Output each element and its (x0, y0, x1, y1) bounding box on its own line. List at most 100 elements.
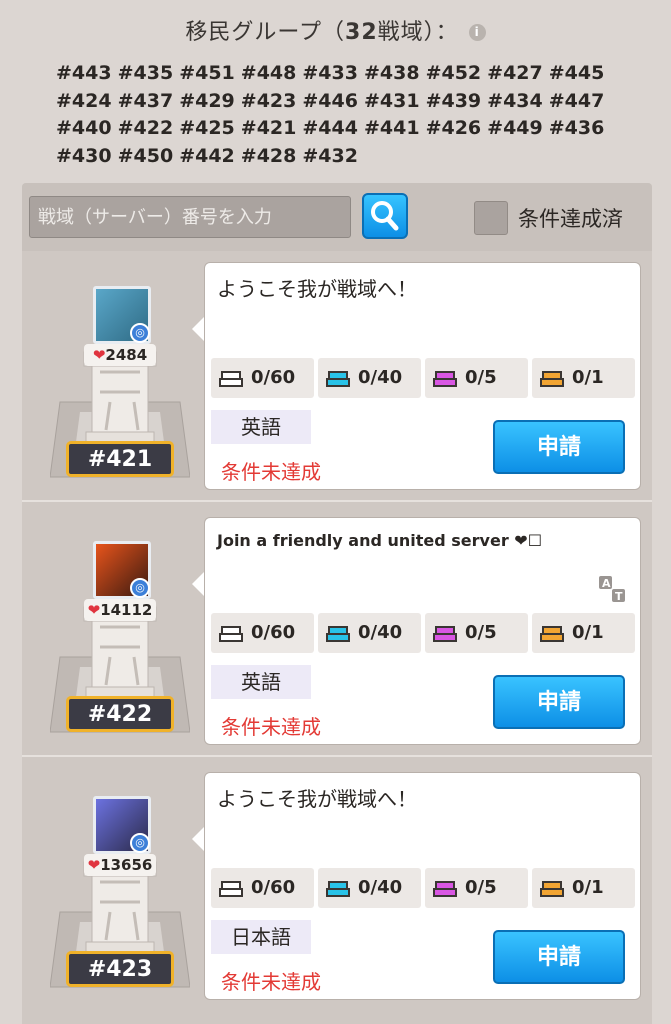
slot-counter: 0/40 (318, 613, 421, 653)
server-chip: #440 (56, 117, 112, 139)
search-button[interactable] (362, 193, 408, 239)
slot-counter: 0/40 (318, 868, 421, 908)
language-tag: 英語 (211, 665, 311, 699)
server-card: ようこそ我が戦域へ！ 0/60 0/40 0/5 0/1 英語条件未達成 申請 (204, 262, 641, 490)
server-chip: #421 (240, 117, 297, 139)
server-chip: #452 (425, 62, 482, 84)
welcome-message: ようこそ我が戦域へ！ (217, 787, 417, 811)
slot-counter: 0/1 (532, 358, 635, 398)
server-chip: #422 (117, 117, 174, 139)
welcome-message: ようこそ我が戦域へ！ (217, 277, 417, 301)
slot-counters: 0/60 0/40 0/5 0/1 (211, 358, 635, 398)
server-chip: #451 (179, 62, 235, 84)
row-divider (22, 755, 652, 757)
server-chip: #433 (302, 62, 358, 84)
seat-icon (326, 622, 350, 644)
page: 移民グループ（32戦域）： i #443 #435 #451 #448 #433 #438 #… (0, 0, 671, 1024)
apply-button[interactable]: 申請 (493, 420, 625, 474)
server-chip: #448 (240, 62, 297, 84)
server-chip: #439 (425, 89, 482, 112)
server-chip: #444 (302, 117, 358, 139)
seat-icon (540, 622, 564, 644)
server-chip: #437 (117, 89, 174, 112)
server-chip: #425 (179, 117, 235, 139)
server-chip: #447 (548, 89, 605, 112)
heart-icon: ❤ (92, 346, 106, 364)
server-chip: #442 (179, 144, 235, 167)
info-icon[interactable]: i (468, 24, 486, 41)
server-chip: #441 (363, 117, 420, 139)
migration-row: ◎ ❤2484 #421 ようこそ我が戦域へ！ 0/60 0/40 0/5 0/1 英語条件未達… (22, 254, 652, 509)
status-text: 条件未達成 (221, 460, 321, 484)
globe-icon: ◎ (130, 578, 150, 598)
globe-icon: ◎ (130, 833, 150, 853)
server-number-tag: #421 (66, 441, 174, 477)
apply-button[interactable]: 申請 (493, 930, 625, 984)
server-count: 32 (345, 20, 378, 45)
slot-counter: 0/60 (211, 868, 314, 908)
seat-icon (219, 367, 243, 389)
server-chip: #443 (56, 62, 112, 84)
server-chip: #427 (487, 62, 543, 84)
server-chip: #435 (117, 62, 174, 84)
slot-counter: 0/1 (532, 868, 635, 908)
likes-badge: ❤14112 (84, 599, 156, 621)
page-title: 移民グループ（32戦域）： i (0, 14, 671, 46)
language-tag: 英語 (211, 410, 311, 444)
welcome-message: Join a friendly and united server ❤☐ (217, 531, 543, 550)
server-chip: #445 (548, 62, 605, 84)
search-icon (371, 201, 399, 231)
server-chip: #426 (425, 117, 482, 139)
seat-icon (540, 877, 564, 899)
server-chip: #424 (56, 89, 112, 112)
seat-icon (540, 367, 564, 389)
server-list: #443 #435 #451 #448 #433 #438 #452 #427 #445 #424… (56, 60, 616, 170)
migration-row: ◎ ❤14112 #422 Join a friendly and united se… (22, 509, 652, 764)
server-chip: #428 (240, 144, 297, 167)
slot-counters: 0/60 0/40 0/5 0/1 (211, 868, 635, 908)
server-chip: #432 (302, 144, 358, 167)
svg-text:A: A (602, 577, 611, 590)
globe-icon: ◎ (130, 323, 150, 343)
seat-icon (433, 877, 457, 899)
server-chip: #450 (117, 144, 174, 167)
server-chip: #431 (363, 89, 420, 112)
likes-badge: ❤2484 (84, 344, 156, 366)
server-chip: #429 (179, 89, 235, 112)
status-text: 条件未達成 (221, 715, 321, 739)
slot-counter: 0/1 (532, 613, 635, 653)
server-chip: #434 (487, 89, 543, 112)
server-card: ようこそ我が戦域へ！ 0/60 0/40 0/5 0/1 日本語条件未達成 申請 (204, 772, 641, 1000)
server-chip: #438 (363, 62, 420, 84)
server-chip: #436 (548, 117, 605, 139)
language-tag: 日本語 (211, 920, 311, 954)
slot-counter: 0/40 (318, 358, 421, 398)
likes-badge: ❤13656 (84, 854, 156, 876)
slot-counter: 0/5 (425, 868, 528, 908)
server-chip: #430 (56, 144, 112, 167)
seat-icon (326, 367, 350, 389)
translate-icon[interactable]: AT (597, 574, 627, 604)
seat-icon (433, 367, 457, 389)
slot-counter: 0/60 (211, 358, 314, 398)
apply-button[interactable]: 申請 (493, 675, 625, 729)
server-chip: #423 (240, 89, 297, 112)
seat-icon (433, 622, 457, 644)
svg-text:T: T (615, 590, 623, 603)
seat-icon (219, 877, 243, 899)
server-card: Join a friendly and united server ❤☐ A T 0/… (204, 517, 641, 745)
met-conditions-label: 条件達成済 (518, 207, 623, 231)
row-divider (22, 500, 652, 502)
server-number-tag: #422 (66, 696, 174, 732)
seat-icon (326, 877, 350, 899)
slot-counter: 0/5 (425, 613, 528, 653)
server-chip: #446 (302, 89, 358, 112)
met-conditions-checkbox[interactable] (474, 201, 508, 235)
status-text: 条件未達成 (221, 970, 321, 994)
seat-icon (219, 622, 243, 644)
server-number-tag: #423 (66, 951, 174, 987)
server-search-input[interactable] (29, 196, 351, 238)
heart-icon: ❤ (87, 856, 101, 874)
migration-row: ◎ ❤13656 #423 ようこそ我が戦域へ！ 0/60 0/40 0/5 0/1 日本語条件… (22, 764, 652, 1019)
server-chip: #449 (487, 117, 543, 139)
